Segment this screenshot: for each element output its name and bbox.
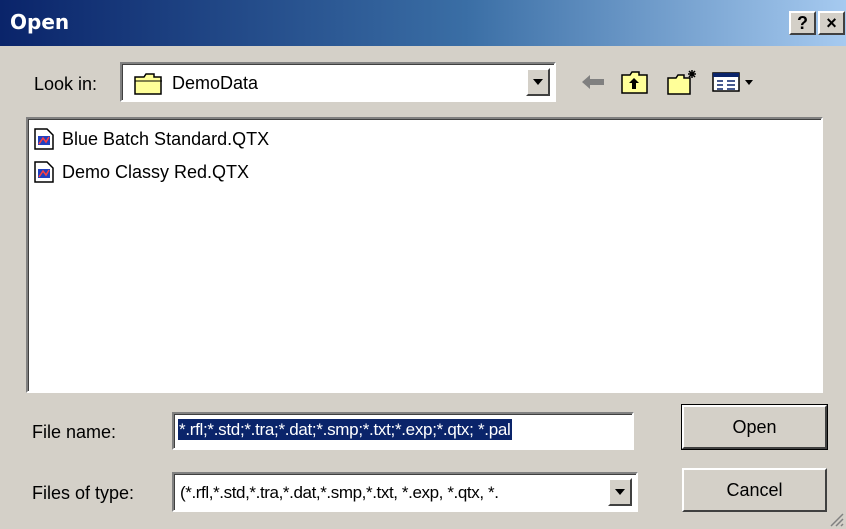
- up-one-level-button[interactable]: [618, 68, 652, 96]
- file-name: Demo Classy Red.QTX: [62, 161, 250, 182]
- list-item[interactable]: Blue Batch Standard.QTX: [34, 126, 269, 152]
- close-icon: ×: [826, 12, 837, 33]
- up-one-level-icon: [621, 71, 648, 94]
- look-in-dropdown-button[interactable]: [526, 68, 550, 96]
- new-folder-button[interactable]: [664, 68, 702, 96]
- resize-grip-icon[interactable]: [828, 511, 844, 527]
- file-name-label: File name:: [32, 422, 117, 442]
- qtx-file-icon: [34, 128, 54, 150]
- file-name-value: *.rfl;*.std;*.tra;*.dat;*.smp;*.txt;*.ex…: [178, 419, 512, 440]
- back-arrow-icon: [582, 75, 604, 89]
- back-button[interactable]: [576, 68, 610, 96]
- open-button[interactable]: Open: [681, 404, 828, 450]
- help-button[interactable]: ?: [789, 11, 816, 35]
- new-folder-icon: [667, 70, 696, 95]
- look-in-label: Look in:: [34, 74, 98, 94]
- look-in-dropdown[interactable]: DemoData: [120, 62, 556, 102]
- look-in-value: DemoData: [172, 73, 259, 93]
- files-of-type-value: (*.rfl,*.std,*.tra,*.dat,*.smp,*.txt, *.…: [180, 483, 499, 502]
- title-bar[interactable]: Open ? ×: [0, 0, 846, 46]
- file-list[interactable]: Blue Batch Standard.QTX Demo Classy Red.…: [26, 117, 823, 393]
- list-item[interactable]: Demo Classy Red.QTX: [34, 159, 249, 185]
- file-name-input[interactable]: *.rfl;*.std;*.tra;*.dat;*.smp;*.txt;*.ex…: [172, 412, 634, 450]
- chevron-down-icon: [533, 79, 543, 85]
- close-button[interactable]: ×: [818, 11, 845, 35]
- view-menu-icon: [712, 72, 753, 92]
- files-of-type-dropdown[interactable]: (*.rfl,*.std,*.tra,*.dat,*.smp,*.txt, *.…: [172, 472, 638, 512]
- cancel-button[interactable]: Cancel: [682, 468, 827, 512]
- qtx-file-icon: [34, 161, 54, 183]
- view-menu-button[interactable]: [710, 68, 756, 96]
- file-name: Blue Batch Standard.QTX: [62, 128, 270, 149]
- folder-icon: [134, 72, 164, 101]
- help-icon: ?: [797, 12, 808, 33]
- chevron-down-icon: [615, 489, 625, 495]
- files-of-type-label: Files of type:: [32, 483, 135, 503]
- files-of-type-dropdown-button[interactable]: [608, 478, 632, 506]
- window-title: Open: [10, 10, 70, 34]
